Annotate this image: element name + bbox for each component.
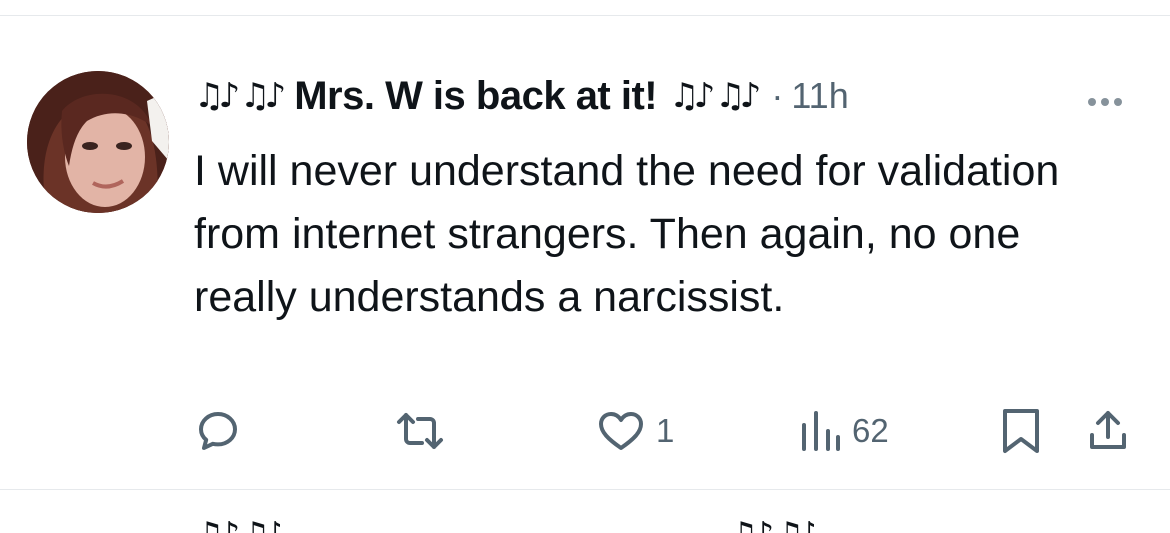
reply-icon [199,412,237,450]
reply-button[interactable] [194,401,252,461]
like-button[interactable]: 1 [596,401,674,461]
tweet[interactable]: ♫♪ ♫♪ Mrs. W is back at it! ♫♪ ♫♪ · 11h … [0,16,1170,489]
action-bar: 1 62 [194,401,1144,461]
bookmark-button[interactable] [999,401,1043,461]
avatar[interactable] [27,71,169,213]
tweet-text: I will never understand the need for val… [194,147,1060,321]
next-tweet-name-suffix: ♫♪ ♫♪ [728,520,814,533]
name-prefix-music-notes: ♫♪ ♫♪ [194,76,286,116]
bottom-divider [0,489,1170,490]
timestamp[interactable]: 11h [791,75,848,117]
next-tweet-name-prefix: ♫♪ ♫♪ [194,520,280,533]
heart-icon [599,412,643,450]
views-button[interactable]: 62 [798,401,889,461]
repost-button[interactable] [394,401,456,461]
views-count: 62 [852,412,889,449]
share-button[interactable] [1084,401,1132,461]
share-icon [1090,411,1126,449]
display-name[interactable]: Mrs. W is back at it! [294,74,657,119]
like-count: 1 [656,412,675,449]
repost-icon [397,413,443,449]
post-header: ♫♪ ♫♪ Mrs. W is back at it! ♫♪ ♫♪ · 11h [194,74,849,118]
name-suffix-music-notes: ♫♪ ♫♪ [669,76,761,116]
bookmark-icon [1003,409,1039,453]
more-icon[interactable] [1088,92,1138,112]
views-icon [802,411,840,451]
avatar-image [27,71,169,213]
separator-dot: · [771,75,784,116]
